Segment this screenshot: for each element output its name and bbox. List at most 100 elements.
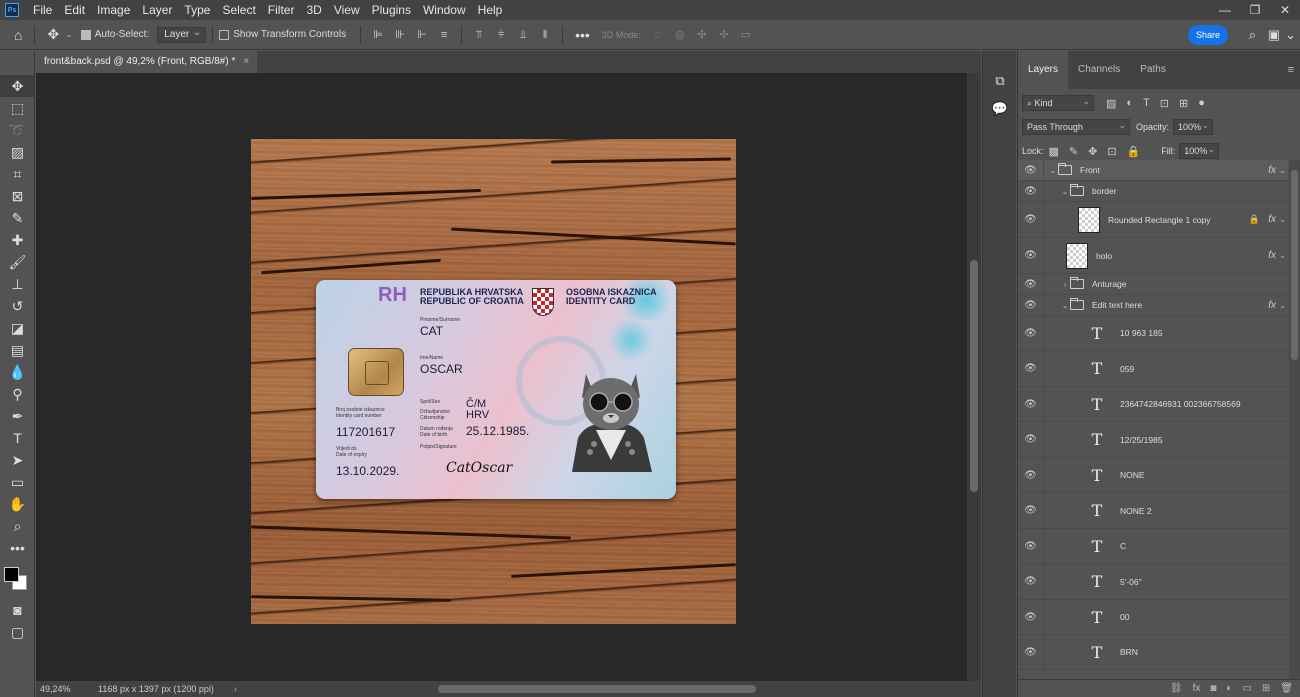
show-transform-checkbox[interactable] xyxy=(219,29,230,40)
document-canvas[interactable]: RH REPUBLIKA HRVATSKA REPUBLIC OF CROATI… xyxy=(251,139,736,624)
visibility-eye-icon[interactable]: 👁 xyxy=(1018,635,1044,669)
menu-3d[interactable]: 3D xyxy=(300,0,327,20)
history-brush-tool-icon[interactable]: ↺ xyxy=(0,295,35,317)
lock-artboard-icon[interactable]: ⊡ xyxy=(1107,145,1116,158)
chevron-down-icon[interactable]: ⌄ xyxy=(1048,166,1058,175)
layer-effects-icon[interactable]: fx xyxy=(1268,250,1276,261)
layer-row[interactable]: 👁 Rounded Rectangle 1 copy 🔒 fx ⌄ xyxy=(1018,202,1288,238)
chevron-down-icon[interactable]: ⌄ xyxy=(1279,251,1286,260)
blur-tool-icon[interactable]: 💧 xyxy=(0,361,35,383)
scrollbar-thumb[interactable] xyxy=(1291,170,1298,360)
status-menu-arrow-icon[interactable]: › xyxy=(234,684,237,694)
kind-filter-dropdown[interactable]: ⌕ Kind xyxy=(1022,94,1094,111)
color-swatches[interactable] xyxy=(0,559,35,599)
more-options-icon[interactable]: ••• xyxy=(575,27,590,43)
foreground-color-swatch[interactable] xyxy=(4,567,19,582)
menu-image[interactable]: Image xyxy=(91,0,136,20)
layer-row[interactable]: 👁 ⌄ border xyxy=(1018,181,1288,202)
visibility-eye-icon[interactable]: 👁 xyxy=(1018,238,1044,273)
visibility-eye-icon[interactable]: 👁 xyxy=(1018,181,1044,201)
pixel-filter-icon[interactable]: ▨ xyxy=(1106,97,1116,110)
align-top-icon[interactable]: ⫪ xyxy=(473,29,485,41)
align-bottom-icon[interactable]: ⫫ xyxy=(517,29,529,41)
menu-view[interactable]: View xyxy=(328,0,366,20)
chevron-down-icon[interactable]: ⌄ xyxy=(1279,301,1286,310)
auto-select-checkbox[interactable] xyxy=(80,29,91,40)
pen-tool-icon[interactable]: ✒ xyxy=(0,405,35,427)
move-tool-icon[interactable]: ✥ xyxy=(47,26,59,43)
layer-row[interactable]: 👁 T 12/25/1985 xyxy=(1018,422,1288,458)
horizontal-scrollbar-thumb[interactable] xyxy=(438,685,756,693)
distribute-icon[interactable]: ≡ xyxy=(438,29,450,41)
distribute-vertical-icon[interactable]: ‖ xyxy=(539,29,551,41)
chevron-down-icon[interactable]: ⌄ xyxy=(1060,301,1070,310)
search-icon[interactable]: ⌕ xyxy=(1249,27,1256,43)
menu-edit[interactable]: Edit xyxy=(58,0,91,20)
comments-panel-icon[interactable]: 💬 xyxy=(983,97,1017,121)
blend-mode-dropdown[interactable]: Pass Through xyxy=(1022,118,1130,135)
visibility-eye-icon[interactable]: 👁 xyxy=(1018,202,1044,237)
add-style-icon[interactable]: fx xyxy=(1193,683,1201,694)
visibility-eye-icon[interactable]: 👁 xyxy=(1018,351,1044,386)
layer-effects-icon[interactable]: fx xyxy=(1268,214,1276,225)
rectangle-tool-icon[interactable]: ▭ xyxy=(0,471,35,493)
crop-tool-icon[interactable]: ⌗ xyxy=(0,163,35,185)
tab-paths[interactable]: Paths xyxy=(1130,51,1176,89)
visibility-eye-icon[interactable]: 👁 xyxy=(1018,387,1044,421)
layer-row[interactable]: 👁 T NONE xyxy=(1018,458,1288,493)
path-select-tool-icon[interactable]: ➤ xyxy=(0,449,35,471)
menu-plugins[interactable]: Plugins xyxy=(366,0,417,20)
new-group-icon[interactable]: ▭ xyxy=(1242,683,1251,694)
orbit-3d-icon[interactable]: ◌ xyxy=(652,29,664,41)
smart-object-filter-icon[interactable]: ⊞ xyxy=(1179,97,1188,110)
lock-transparent-icon[interactable]: ▩ xyxy=(1049,145,1059,158)
move-tool-icon[interactable]: ✥ xyxy=(0,75,35,97)
chevron-down-icon[interactable]: ⌄ xyxy=(1279,166,1286,175)
visibility-eye-icon[interactable]: 👁 xyxy=(1018,274,1044,294)
minimize-button[interactable]: — xyxy=(1210,0,1240,20)
chevron-down-icon[interactable]: ⌄ xyxy=(65,29,73,40)
layer-row[interactable]: 👁 T 059 xyxy=(1018,351,1288,387)
visibility-eye-icon[interactable]: 👁 xyxy=(1018,422,1044,457)
align-middle-icon[interactable]: ⫩ xyxy=(495,29,507,41)
zoom-level[interactable]: 49,24% xyxy=(40,684,92,694)
close-button[interactable]: ✕ xyxy=(1270,0,1300,20)
canvas-vertical-scrollbar[interactable] xyxy=(967,73,981,681)
visibility-eye-icon[interactable]: 👁 xyxy=(1018,600,1044,634)
gradient-tool-icon[interactable]: ▤ xyxy=(0,339,35,361)
chevron-down-icon[interactable]: ⌄ xyxy=(1279,215,1286,224)
layer-row[interactable]: 👁 T 2364742846931 002366758569 xyxy=(1018,387,1288,422)
menu-help[interactable]: Help xyxy=(472,0,509,20)
align-center-icon[interactable]: ⊪ xyxy=(394,29,406,41)
layer-row[interactable]: 👁 T C xyxy=(1018,529,1288,564)
quick-mask-icon[interactable]: ◙ xyxy=(0,599,35,621)
hand-tool-icon[interactable]: ✋ xyxy=(0,493,35,515)
layer-effects-icon[interactable]: fx xyxy=(1268,165,1276,176)
new-layer-icon[interactable]: ⊞ xyxy=(1262,683,1270,694)
scrollbar-thumb[interactable] xyxy=(970,260,978,492)
edit-toolbar-icon[interactable]: ••• xyxy=(0,537,35,559)
lock-position-icon[interactable]: ✥ xyxy=(1088,145,1097,158)
delete-layer-icon[interactable]: 🗑 xyxy=(1280,683,1293,694)
layer-row[interactable]: 👁 T BRN xyxy=(1018,635,1288,670)
opacity-input[interactable]: 100% xyxy=(1173,118,1214,135)
object-select-tool-icon[interactable]: ▨ xyxy=(0,141,35,163)
healing-brush-tool-icon[interactable]: ✚ xyxy=(0,229,35,251)
menu-filter[interactable]: Filter xyxy=(262,0,301,20)
layer-row[interactable]: 👁 holo fx ⌄ xyxy=(1018,238,1288,274)
document-tab[interactable]: front&back.psd @ 49,2% (Front, RGB/8#) *… xyxy=(36,51,258,73)
chevron-right-icon[interactable]: › xyxy=(1060,280,1070,289)
camera-3d-icon[interactable]: ▭ xyxy=(740,29,752,41)
layer-row[interactable]: 👁 › Anturage xyxy=(1018,274,1288,295)
close-tab-icon[interactable]: × xyxy=(243,51,249,73)
restore-button[interactable]: ❐ xyxy=(1240,0,1270,20)
lock-image-icon[interactable]: ✎ xyxy=(1069,145,1078,158)
layer-effects-icon[interactable]: fx xyxy=(1268,300,1276,311)
layers-scrollbar[interactable] xyxy=(1289,160,1300,681)
layer-row[interactable]: 👁 T 00 xyxy=(1018,600,1288,635)
add-mask-icon[interactable]: ◙ xyxy=(1210,683,1216,694)
roll-3d-icon[interactable]: ◎ xyxy=(674,29,686,41)
lasso-tool-icon[interactable]: ➰ xyxy=(0,119,35,141)
zoom-tool-icon[interactable]: ⌕ xyxy=(0,515,35,537)
tab-layers[interactable]: Layers xyxy=(1018,51,1069,89)
